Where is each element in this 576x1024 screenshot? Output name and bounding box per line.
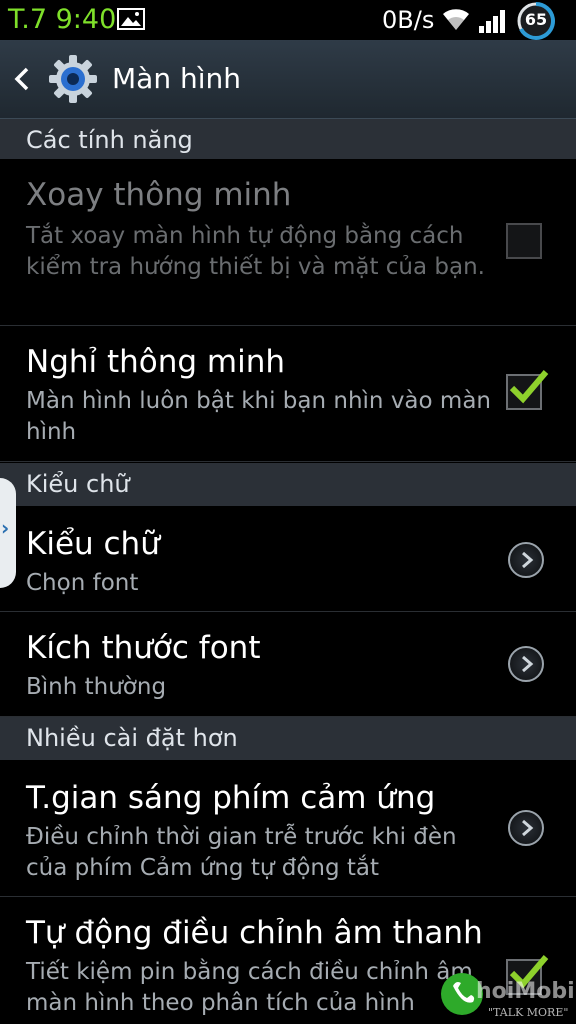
wifi-icon [443, 9, 469, 31]
svg-text:"TALK MORE": "TALK MORE" [488, 1006, 568, 1019]
setting-title: Kích thước font [26, 630, 261, 666]
section-header-font: Kiểu chữ [0, 463, 576, 506]
setting-title: Tự động điều chỉnh âm thanh [26, 915, 483, 951]
title-bar: Màn hình [0, 40, 576, 119]
setting-font-style[interactable]: Kiểu chữ Chọn font [0, 506, 576, 612]
status-time: T.7 9:40 [8, 4, 117, 35]
smart-rotation-checkbox[interactable] [506, 223, 542, 259]
gallery-icon [117, 8, 145, 30]
setting-smart-rotation[interactable]: Xoay thông minh Tắt xoay màn hình tự độn… [0, 159, 576, 326]
network-speed: 0B/s [382, 6, 435, 34]
setting-title: Kiểu chữ [26, 526, 160, 562]
section-header-features: Các tính năng [0, 119, 576, 159]
setting-title: Xoay thông minh [26, 177, 292, 213]
setting-title: Nghỉ thông minh [26, 344, 286, 380]
battery-level: 65 [524, 10, 548, 29]
setting-subtitle: Màn hình luôn bật khi bạn nhìn vào màn h… [26, 388, 491, 445]
back-icon[interactable] [12, 66, 32, 92]
chevron-right-icon[interactable] [508, 810, 544, 846]
setting-smart-stay[interactable]: Nghỉ thông minh Màn hình luôn bật khi bạ… [0, 326, 576, 462]
signal-icon [479, 10, 505, 33]
choimobile-watermark-logo: hoiMobile "TALK MORE" [441, 973, 576, 1019]
setting-subtitle: Tắt xoay màn hình tự động bằng cách kiểm… [26, 223, 485, 280]
setting-subtitle: Tiết kiệm pin bằng cách điều chỉnh âm mà… [26, 959, 473, 1016]
setting-subtitle: Điều chỉnh thời gian trễ trước khi đèn c… [26, 824, 457, 881]
chevron-right-icon[interactable] [508, 542, 544, 578]
setting-title: T.gian sáng phím cảm ứng [26, 780, 436, 816]
setting-touch-key-light[interactable]: T.gian sáng phím cảm ứng Điều chỉnh thời… [0, 760, 576, 897]
smart-stay-checkbox[interactable] [506, 370, 549, 410]
gear-icon [49, 55, 97, 103]
section-header-more-settings: Nhiều cài đặt hơn [0, 717, 576, 760]
setting-subtitle: Bình thường [26, 674, 167, 700]
chevron-right-icon: › [1, 516, 10, 540]
chevron-right-icon[interactable] [508, 646, 544, 682]
setting-subtitle: Chọn font [26, 570, 139, 596]
check-icon [509, 370, 549, 404]
setting-font-size[interactable]: Kích thước font Bình thường [0, 612, 576, 717]
side-panel-handle[interactable]: › [0, 478, 16, 588]
status-bar: T.7 9:40 0B/s 65 [0, 0, 576, 40]
page-title: Màn hình [112, 62, 241, 95]
svg-text:hoiMobile: hoiMobile [476, 979, 576, 1004]
